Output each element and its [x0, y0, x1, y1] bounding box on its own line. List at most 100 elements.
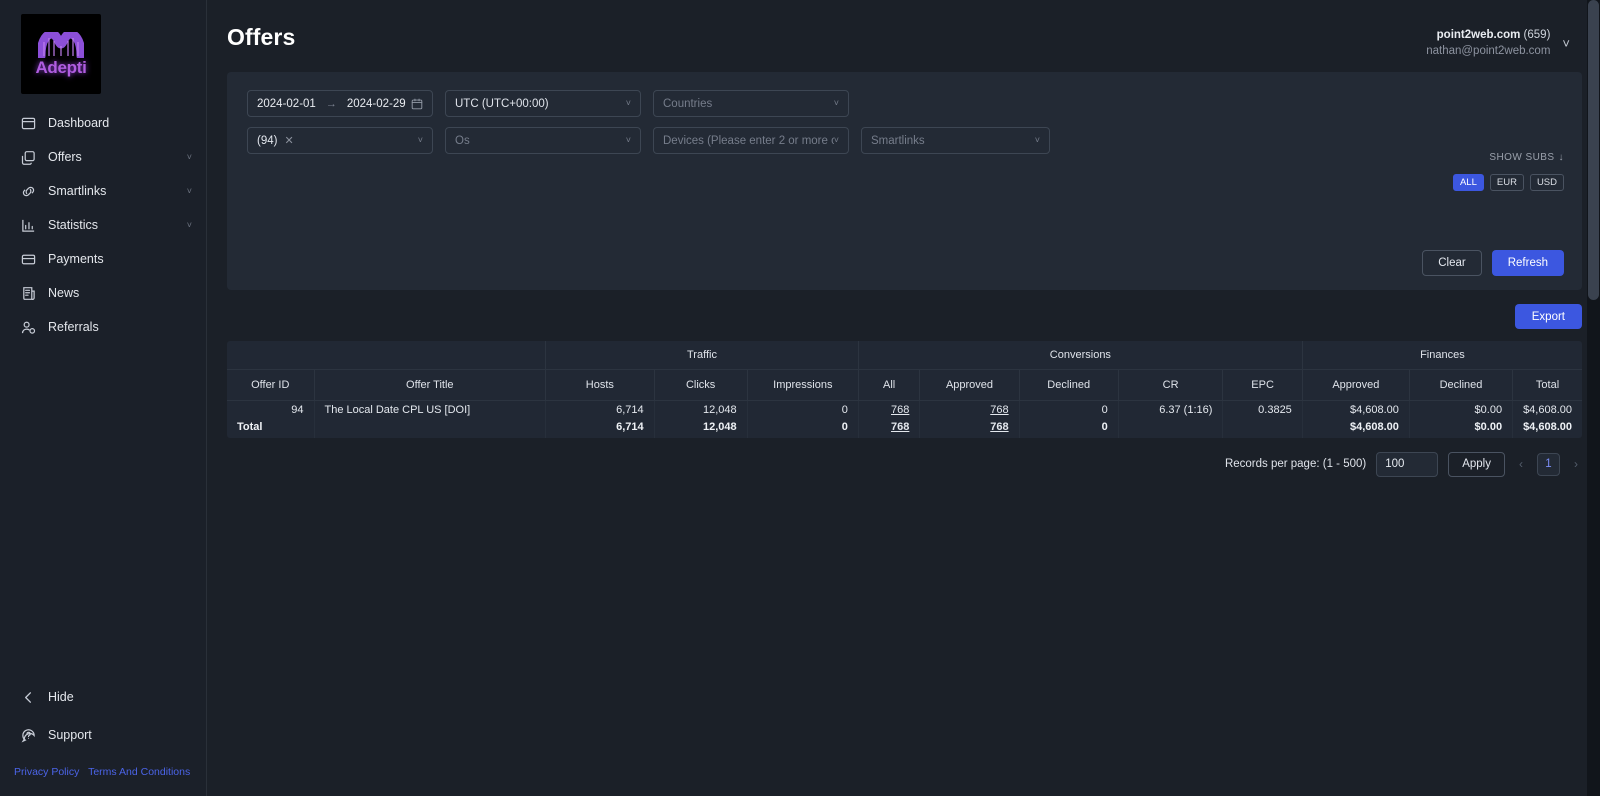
cell-epc: 0.3825 — [1223, 400, 1302, 419]
account-email: nathan@point2web.com — [1426, 44, 1550, 60]
account-menu[interactable]: point2web.com (659) nathan@point2web.com… — [1426, 24, 1570, 59]
currency-button-all[interactable]: ALL — [1453, 174, 1484, 191]
col-offer-id[interactable]: Offer ID — [227, 369, 314, 400]
total-fin-approved: $4,608.00 — [1302, 419, 1409, 438]
total-conv-all[interactable]: 768 — [891, 421, 909, 433]
privacy-policy-link[interactable]: Privacy Policy — [14, 766, 79, 778]
support-button[interactable]: Support — [0, 718, 206, 752]
cell-conv-all[interactable]: 768 — [891, 404, 909, 416]
sidebar-nav: Dashboard Offers ˅ Smartlinks ˅ — [0, 106, 206, 344]
total-impressions: 0 — [747, 419, 858, 438]
chevron-down-icon[interactable]: ˅ — [187, 153, 192, 162]
currency-toggle-group: ALL EUR USD — [1453, 174, 1564, 191]
sidebar-footer: Hide Support Privacy Policy Terms And Co… — [0, 680, 206, 796]
sidebar-item-offers[interactable]: Offers ˅ — [0, 140, 206, 174]
col-conv-approved[interactable]: Approved — [920, 369, 1019, 400]
smartlinks-placeholder: Smartlinks — [871, 135, 925, 147]
terms-link[interactable]: Terms And Conditions — [88, 766, 190, 778]
scrollbar-thumb[interactable] — [1588, 0, 1599, 300]
devices-select[interactable]: Devices (Please enter 2 or more ch.. ˅ — [653, 127, 849, 154]
group-header-finances: Finances — [1302, 341, 1582, 369]
remove-tag-icon[interactable]: ✕ — [284, 134, 293, 147]
account-info: point2web.com (659) nathan@point2web.com — [1426, 28, 1550, 59]
smartlinks-select[interactable]: Smartlinks ˅ — [861, 127, 1050, 154]
page-title: Offers — [227, 24, 295, 51]
table-row[interactable]: 94 The Local Date CPL US [DOI] 6,714 12,… — [227, 400, 1582, 419]
currency-button-usd[interactable]: USD — [1530, 174, 1564, 191]
page-scrollbar[interactable] — [1587, 0, 1600, 796]
col-hosts[interactable]: Hosts — [546, 369, 655, 400]
col-conv-all[interactable]: All — [858, 369, 919, 400]
topbar: Offers point2web.com (659) nathan@point2… — [207, 0, 1600, 72]
col-epc[interactable]: EPC — [1223, 369, 1302, 400]
sidebar-item-label: Statistics — [48, 218, 187, 232]
page-button-1[interactable]: 1 — [1537, 453, 1560, 476]
export-button[interactable]: Export — [1515, 304, 1582, 329]
dashboard-icon — [20, 115, 36, 131]
support-icon — [20, 727, 36, 743]
adepti-wave-icon — [38, 32, 84, 58]
table-body: 94 The Local Date CPL US [DOI] 6,714 12,… — [227, 400, 1582, 438]
sidebar-item-referrals[interactable]: Referrals — [0, 310, 206, 344]
cell-impressions: 0 — [747, 400, 858, 419]
prev-page-button[interactable]: ‹ — [1515, 457, 1527, 471]
next-page-button[interactable]: › — [1570, 457, 1582, 471]
sidebar-item-statistics[interactable]: Statistics ˅ — [0, 208, 206, 242]
total-fin-total: $4,608.00 — [1513, 419, 1582, 438]
os-select[interactable]: Os ˅ — [445, 127, 641, 154]
col-cr[interactable]: CR — [1118, 369, 1223, 400]
date-range-picker[interactable]: 2024-02-01 → 2024-02-29 — [247, 90, 433, 117]
col-fin-approved[interactable]: Approved — [1302, 369, 1409, 400]
chevron-down-icon[interactable]: ˅ — [187, 221, 192, 230]
sidebar-item-label: Referrals — [48, 320, 192, 334]
table-head: Traffic Conversions Finances Offer ID Of… — [227, 341, 1582, 400]
timezone-select[interactable]: UTC (UTC+00:00) ˅ — [445, 90, 641, 117]
clear-button[interactable]: Clear — [1422, 250, 1481, 276]
apply-button[interactable]: Apply — [1448, 452, 1505, 477]
brand-logo[interactable]: Adepti — [21, 14, 101, 94]
hide-sidebar-button[interactable]: Hide — [0, 680, 206, 714]
cell-conv-approved[interactable]: 768 — [990, 404, 1008, 416]
group-header-traffic: Traffic — [546, 341, 859, 369]
support-label: Support — [48, 728, 92, 742]
total-label: Total — [227, 419, 314, 438]
col-fin-declined[interactable]: Declined — [1409, 369, 1512, 400]
sidebar-item-smartlinks[interactable]: Smartlinks ˅ — [0, 174, 206, 208]
devices-placeholder: Devices (Please enter 2 or more ch.. — [663, 135, 834, 147]
col-fin-total[interactable]: Total — [1513, 369, 1582, 400]
chevron-down-icon[interactable]: ˅ — [1562, 36, 1570, 51]
col-impressions[interactable]: Impressions — [747, 369, 858, 400]
group-header-conversions: Conversions — [858, 341, 1302, 369]
sidebar-item-dashboard[interactable]: Dashboard — [0, 106, 206, 140]
offers-select[interactable]: (94) ✕ ˅ — [247, 127, 433, 154]
sidebar-item-label: Dashboard — [48, 116, 192, 130]
pagination: Records per page: (1 - 500) Apply ‹ 1 › — [227, 452, 1582, 477]
show-subs-label: SHOW SUBS — [1489, 152, 1554, 163]
total-offer-title — [314, 419, 546, 438]
show-subs-toggle[interactable]: SHOW SUBS ↓ — [1489, 152, 1564, 163]
sidebar-item-payments[interactable]: Payments — [0, 242, 206, 276]
chevron-down-icon[interactable]: ˅ — [187, 187, 192, 196]
sidebar-item-news[interactable]: News — [0, 276, 206, 310]
sidebar-item-label: Payments — [48, 252, 192, 266]
cell-conv-declined: 0 — [1019, 400, 1118, 419]
date-to[interactable]: 2024-02-29 — [347, 98, 406, 110]
total-cr — [1118, 419, 1223, 438]
cell-fin-approved: $4,608.00 — [1302, 400, 1409, 419]
col-conv-declined[interactable]: Declined — [1019, 369, 1118, 400]
sidebar-item-label: Smartlinks — [48, 184, 187, 198]
col-offer-title[interactable]: Offer Title — [314, 369, 546, 400]
total-conv-approved[interactable]: 768 — [990, 421, 1008, 433]
cell-offer-title[interactable]: The Local Date CPL US [DOI] — [314, 400, 546, 419]
filter-actions: Clear Refresh — [1422, 250, 1564, 276]
countries-select[interactable]: Countries ˅ — [653, 90, 849, 117]
chevron-down-icon: ˅ — [834, 136, 839, 145]
total-hosts: 6,714 — [546, 419, 655, 438]
records-per-page-input[interactable] — [1376, 452, 1438, 477]
col-clicks[interactable]: Clicks — [654, 369, 747, 400]
date-from[interactable]: 2024-02-01 — [257, 98, 316, 110]
chevron-down-icon: ˅ — [834, 99, 839, 108]
currency-button-eur[interactable]: EUR — [1490, 174, 1524, 191]
calendar-icon[interactable] — [411, 98, 423, 110]
refresh-button[interactable]: Refresh — [1492, 250, 1564, 276]
